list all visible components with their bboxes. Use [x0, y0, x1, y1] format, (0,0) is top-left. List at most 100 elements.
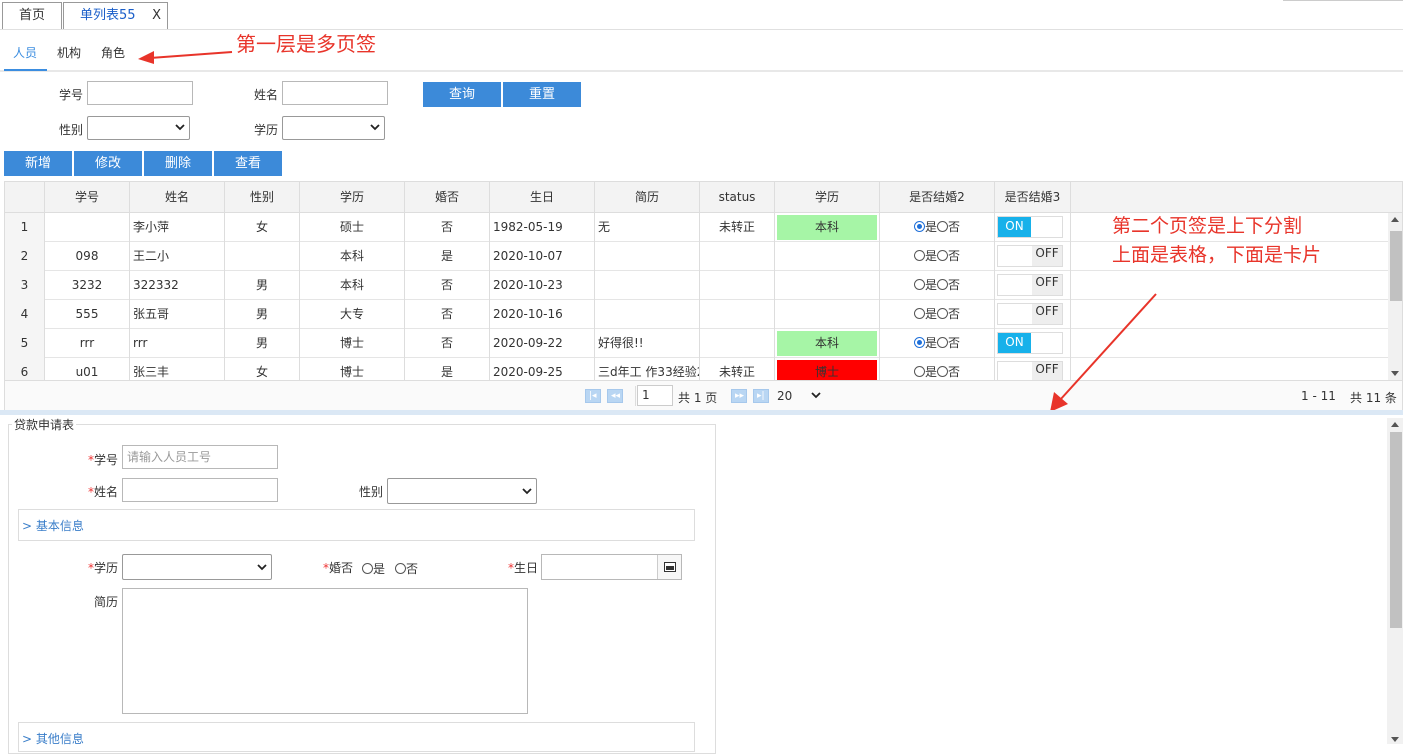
card-resume-textarea[interactable] — [122, 588, 528, 714]
calendar-button[interactable] — [657, 555, 681, 579]
card-birthday-text: 生日 — [514, 561, 539, 575]
yes-radio-icon[interactable] — [913, 279, 925, 290]
tab-home[interactable]: 首页 — [2, 2, 62, 29]
card-married-no[interactable]: 否 — [395, 560, 418, 577]
view-button[interactable]: 查看 — [214, 151, 282, 176]
no-radio-icon[interactable] — [937, 308, 948, 319]
radio-icon[interactable] — [362, 563, 373, 574]
tab-role[interactable]: 角色 — [101, 44, 125, 61]
header-birthday[interactable]: 生日 — [490, 182, 595, 213]
page-size-select[interactable]: 20 — [775, 385, 827, 406]
cell-married-radio: 是否 — [880, 242, 995, 271]
card-scrollbar[interactable] — [1387, 418, 1403, 744]
yes-radio-icon[interactable] — [913, 308, 925, 319]
table-row[interactable]: 3 3232 322332 男本科否 2020-10-23 是否 OFF — [5, 271, 1388, 300]
table-row[interactable]: 4 555 张五哥男大专否 2020-10-16 是否 OFF — [5, 300, 1388, 329]
card-student-no-input[interactable]: 请输入人员工号 — [122, 445, 278, 469]
gender-select[interactable] — [87, 116, 190, 140]
cell-resume — [595, 242, 700, 271]
query-button[interactable]: 查询 — [423, 82, 501, 107]
tab-person[interactable]: 人员 — [13, 44, 37, 61]
no-radio-icon[interactable] — [937, 279, 948, 290]
student-no-input[interactable] — [87, 81, 193, 105]
header-gender[interactable]: 性别 — [225, 182, 300, 213]
cell-status: 未转正 — [700, 213, 775, 242]
chevron-down-icon — [370, 124, 380, 131]
header-education-2[interactable]: 学历 — [775, 182, 880, 213]
scroll-thumb[interactable] — [1390, 231, 1402, 301]
basic-info-toggle[interactable]: > 基本信息 — [22, 517, 84, 534]
header-married-2[interactable]: 是否结婚2 — [880, 182, 995, 213]
prev-page-icon[interactable]: ◂◂ — [607, 389, 623, 403]
grid-scrollbar[interactable] — [1388, 213, 1402, 380]
other-info-section[interactable]: > 其他信息 — [18, 722, 695, 752]
yes-radio-icon[interactable] — [913, 337, 925, 348]
record-range: 1 - 11 — [1301, 389, 1336, 403]
header-status[interactable]: status — [700, 182, 775, 213]
cell-n: 2 — [5, 242, 45, 271]
first-page-icon[interactable]: |◂ — [585, 389, 601, 403]
no-radio-icon[interactable] — [937, 366, 948, 377]
scroll-down-icon[interactable] — [1391, 371, 1399, 376]
chevron-down-icon — [257, 564, 267, 571]
header-student-no[interactable]: 学号 — [45, 182, 130, 213]
card-resume-label: 简历 — [94, 595, 119, 609]
scroll-down-icon[interactable] — [1391, 737, 1399, 742]
yes-label: 是 — [924, 278, 937, 292]
card-gender-select[interactable] — [387, 478, 537, 504]
annotation-split-note-1: 第二个页签是上下分割 — [1112, 215, 1303, 237]
tab-organization[interactable]: 机构 — [57, 44, 81, 61]
card-education-select[interactable] — [122, 554, 272, 580]
page-size-value: 20 — [777, 389, 793, 403]
basic-info-section[interactable]: > 基本信息 — [18, 509, 695, 541]
table-row[interactable]: 5 rrr rrr 男博士否 2020-09-22 好得很!! 本科是否 ON — [5, 329, 1388, 358]
toggle-switch[interactable]: ON — [997, 216, 1063, 238]
cell-n: 4 — [5, 300, 45, 329]
yes-radio-icon[interactable] — [913, 250, 925, 261]
cell-birthday: 2020-10-07 — [490, 242, 595, 271]
header-married[interactable]: 婚否 — [405, 182, 490, 213]
card-birthday-input[interactable] — [541, 554, 682, 580]
tab-single-list-55[interactable]: 单列表55 X — [63, 2, 168, 29]
scroll-up-icon[interactable] — [1391, 422, 1399, 427]
add-button[interactable]: 新增 — [4, 151, 72, 176]
last-page-icon[interactable]: ▸| — [753, 389, 769, 403]
radio-icon[interactable] — [395, 563, 406, 574]
cell-married-switch: OFF — [995, 242, 1071, 271]
no-radio-icon[interactable] — [937, 250, 948, 261]
header-name[interactable]: 姓名 — [130, 182, 225, 213]
other-info-toggle[interactable]: > 其他信息 — [22, 730, 84, 747]
card-name-input[interactable] — [122, 478, 278, 502]
no-radio-icon[interactable] — [937, 337, 948, 348]
yes-label: 是 — [924, 336, 937, 350]
cell-birthday: 2020-10-16 — [490, 300, 595, 329]
header-education[interactable]: 学历 — [300, 182, 405, 213]
yes-radio-icon[interactable] — [913, 221, 925, 232]
next-page-icon[interactable]: ▸▸ — [731, 389, 747, 403]
card-married-yes[interactable]: 是 — [362, 560, 385, 577]
cell-gender: 男 — [225, 300, 300, 329]
reset-button[interactable]: 重置 — [503, 82, 581, 107]
scroll-up-icon[interactable] — [1391, 217, 1399, 222]
yes-radio-icon[interactable] — [913, 366, 925, 377]
header-married-3[interactable]: 是否结婚3 — [995, 182, 1071, 213]
toggle-switch[interactable]: OFF — [997, 245, 1063, 267]
no-radio-icon[interactable] — [937, 221, 948, 232]
card-name-text: 姓名 — [94, 485, 119, 499]
delete-button[interactable]: 删除 — [144, 151, 212, 176]
header-resume[interactable]: 简历 — [595, 182, 700, 213]
page-number-input[interactable]: 1 — [637, 385, 673, 406]
edit-button[interactable]: 修改 — [74, 151, 142, 176]
close-tab-button[interactable]: X — [152, 3, 161, 28]
cell-edu2 — [775, 271, 880, 300]
scroll-thumb[interactable] — [1390, 432, 1402, 628]
cell-married-radio: 是否 — [880, 329, 995, 358]
name-input[interactable] — [282, 81, 388, 105]
cell-no — [45, 213, 130, 242]
cell-gender: 女 — [225, 213, 300, 242]
cell-edu2: 本科 — [775, 329, 880, 358]
education-select[interactable] — [282, 116, 385, 140]
split-divider[interactable] — [0, 410, 1403, 415]
cell-married: 是 — [405, 242, 490, 271]
cell-edu2 — [775, 300, 880, 329]
